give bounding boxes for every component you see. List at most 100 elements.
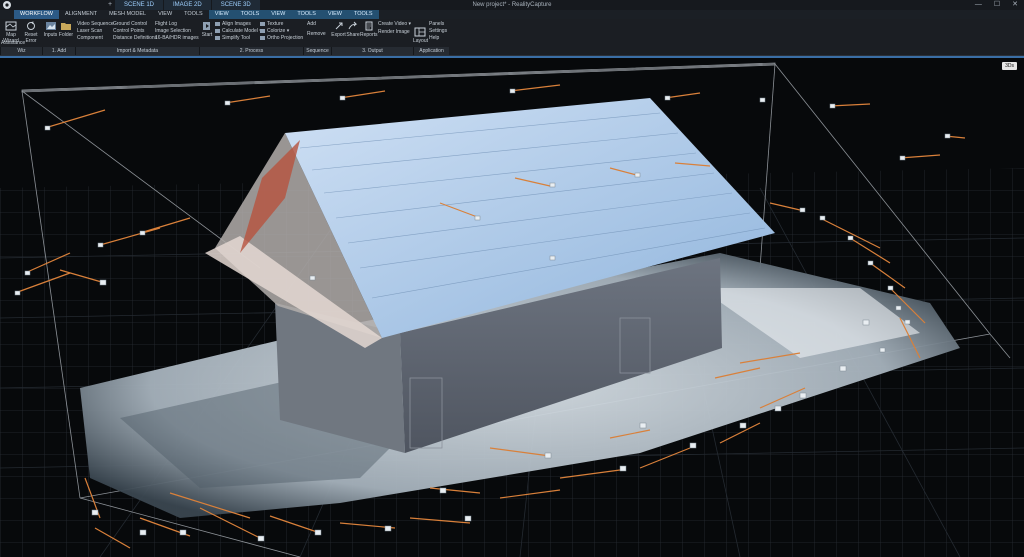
menu-mesh-model[interactable]: MESH MODEL — [103, 10, 152, 19]
distance-definitions-button[interactable]: Distance Definitions — [113, 35, 157, 41]
group-add-imagery: Inputs Folder 1. Add imagery — [42, 19, 75, 62]
group-label-application: Application — [413, 47, 449, 55]
view-mode-badge[interactable]: 3Ds — [1002, 62, 1017, 70]
menu-bar: WORKFLOW ALIGNMENT MESH MODEL VIEW TOOLS… — [0, 10, 1024, 19]
group-label-wiz: Wiz — [0, 47, 42, 55]
group-import-metadata: Video Sequence Laser Scan Component Grou… — [75, 19, 199, 55]
group-process: Start Align Images Calculate Model ▾ Sim… — [199, 19, 303, 55]
window-controls: — ☐ ✕ — [975, 0, 1018, 10]
share-label: Share — [346, 32, 360, 38]
image-icon — [45, 22, 56, 30]
colorize-label: Colorize ▾ — [267, 28, 290, 34]
remove-button[interactable]: Remove — [307, 31, 326, 37]
share-icon — [348, 21, 358, 30]
help-button[interactable]: Help — [429, 35, 439, 41]
share-button[interactable]: Share — [346, 21, 360, 38]
context-tabs: SCENE 1D IMAGE 2D SCENE 3D — [115, 0, 261, 10]
ortho-icon — [260, 35, 265, 40]
group-label-output: 3. Output — [331, 47, 413, 55]
start-button[interactable]: Start — [200, 21, 214, 38]
panels-button[interactable]: Panels — [429, 21, 444, 27]
simplify-icon — [215, 35, 220, 40]
laser-scan-button[interactable]: Laser Scan — [77, 28, 102, 34]
ribbon: Map Wizard Reset Error Assistance Wiz In… — [0, 19, 1024, 62]
export-label: Export — [331, 32, 346, 38]
inputs-button[interactable]: Inputs — [43, 21, 58, 38]
tab-scene-3d[interactable]: SCENE 3D — [211, 0, 260, 10]
menu-view[interactable]: VIEW — [152, 10, 178, 19]
texture-icon — [260, 21, 265, 26]
ground-control-button[interactable]: Ground Control — [113, 21, 147, 27]
ortho-projection-button[interactable]: Ortho Projection — [260, 35, 303, 41]
menu-3d-view[interactable]: VIEW — [321, 10, 348, 19]
error-label: Error — [25, 38, 37, 44]
simplify-tool-button[interactable]: Simplify Tool — [215, 35, 250, 41]
control-points-button[interactable]: Control Points — [113, 28, 144, 34]
folder-button[interactable]: Folder — [58, 21, 74, 38]
export-icon — [335, 22, 342, 30]
group-label-sequence: Sequence — [303, 47, 331, 55]
inputs-label: Inputs — [43, 32, 58, 38]
simplify-tool-label: Simplify Tool — [222, 35, 250, 41]
layout-label: Layout — [413, 38, 429, 44]
map-icon — [5, 21, 17, 31]
group-wiz: Map Wizard Reset Error Assistance Wiz — [0, 19, 42, 55]
folder-icon — [61, 23, 71, 30]
3d-viewport[interactable]: 3Ds — [0, 56, 1024, 557]
maximize-button[interactable]: ☐ — [994, 0, 1000, 10]
group-output: Export Share Reports Create Video ▾ Rend… — [331, 19, 413, 55]
menu-tools[interactable]: TOOLS — [178, 10, 209, 19]
new-tab-button[interactable]: + — [108, 0, 112, 10]
align-images-label: Align Images — [222, 21, 251, 27]
calculate-model-button[interactable]: Calculate Model ▾ — [215, 28, 262, 34]
reset-icon — [27, 21, 35, 30]
hdr-images-button[interactable]: 16-BA/HDR images — [155, 35, 199, 41]
settings-button[interactable]: Settings — [429, 28, 447, 34]
menu-alignment[interactable]: ALIGNMENT — [59, 10, 103, 19]
group-application: Layout Panels Settings Help Application — [413, 19, 449, 55]
group-label-process: 2. Process — [199, 47, 303, 55]
texture-label: Texture — [267, 21, 284, 27]
reports-label: Reports — [360, 32, 378, 38]
create-video-button[interactable]: Create Video ▾ — [378, 21, 411, 27]
menu-1d-view[interactable]: VIEW — [208, 10, 235, 19]
group-label-import-metadata: Import & Metadata — [75, 47, 199, 55]
start-label: Start — [201, 32, 213, 38]
menu-3d-tools[interactable]: TOOLS — [347, 10, 379, 19]
video-sequence-button[interactable]: Video Sequence — [77, 21, 114, 27]
tab-image-2d[interactable]: IMAGE 2D — [164, 0, 211, 10]
image-selection-button[interactable]: Image Selection — [155, 28, 191, 34]
render-image-button[interactable]: Render Image — [378, 29, 410, 35]
group-label-add-imagery: 1. Add imagery — [42, 47, 75, 62]
folder-label: Folder — [58, 32, 74, 38]
layout-button[interactable]: Layout — [413, 27, 429, 44]
menu-1d-tools[interactable]: TOOLS — [234, 10, 266, 19]
flight-log-button[interactable]: Flight Log — [155, 21, 177, 27]
colorize-button[interactable]: Colorize ▾ — [260, 28, 289, 34]
ortho-projection-label: Ortho Projection — [267, 35, 304, 41]
report-icon — [365, 21, 372, 31]
align-icon — [215, 21, 220, 26]
align-images-button[interactable]: Align Images — [215, 21, 251, 27]
reports-button[interactable]: Reports — [360, 21, 378, 38]
menu-2d-tools[interactable]: TOOLS — [291, 10, 322, 19]
model-icon — [215, 28, 220, 33]
component-button[interactable]: Component — [77, 35, 103, 41]
menu-2d-view[interactable]: VIEW — [265, 10, 292, 19]
add-button[interactable]: Add — [307, 21, 316, 27]
menu-workflow[interactable]: WORKFLOW — [14, 10, 59, 19]
export-button[interactable]: Export — [331, 21, 346, 38]
minimize-button[interactable]: — — [975, 0, 982, 10]
app-logo-icon — [3, 1, 11, 9]
start-icon — [203, 22, 210, 30]
layout-icon — [414, 27, 426, 37]
scene-render — [0, 62, 1024, 557]
texture-button[interactable]: Texture — [260, 21, 283, 27]
title-bar: + SCENE 1D IMAGE 2D SCENE 3D New project… — [0, 0, 1024, 10]
calculate-model-label: Calculate Model ▾ — [222, 28, 262, 34]
group-sequence: Add Remove Sequence — [303, 19, 331, 55]
close-button[interactable]: ✕ — [1012, 0, 1018, 10]
tab-scene-1d[interactable]: SCENE 1D — [115, 0, 164, 10]
assistance-label[interactable]: Assistance — [1, 40, 25, 46]
colorize-icon — [260, 28, 265, 33]
